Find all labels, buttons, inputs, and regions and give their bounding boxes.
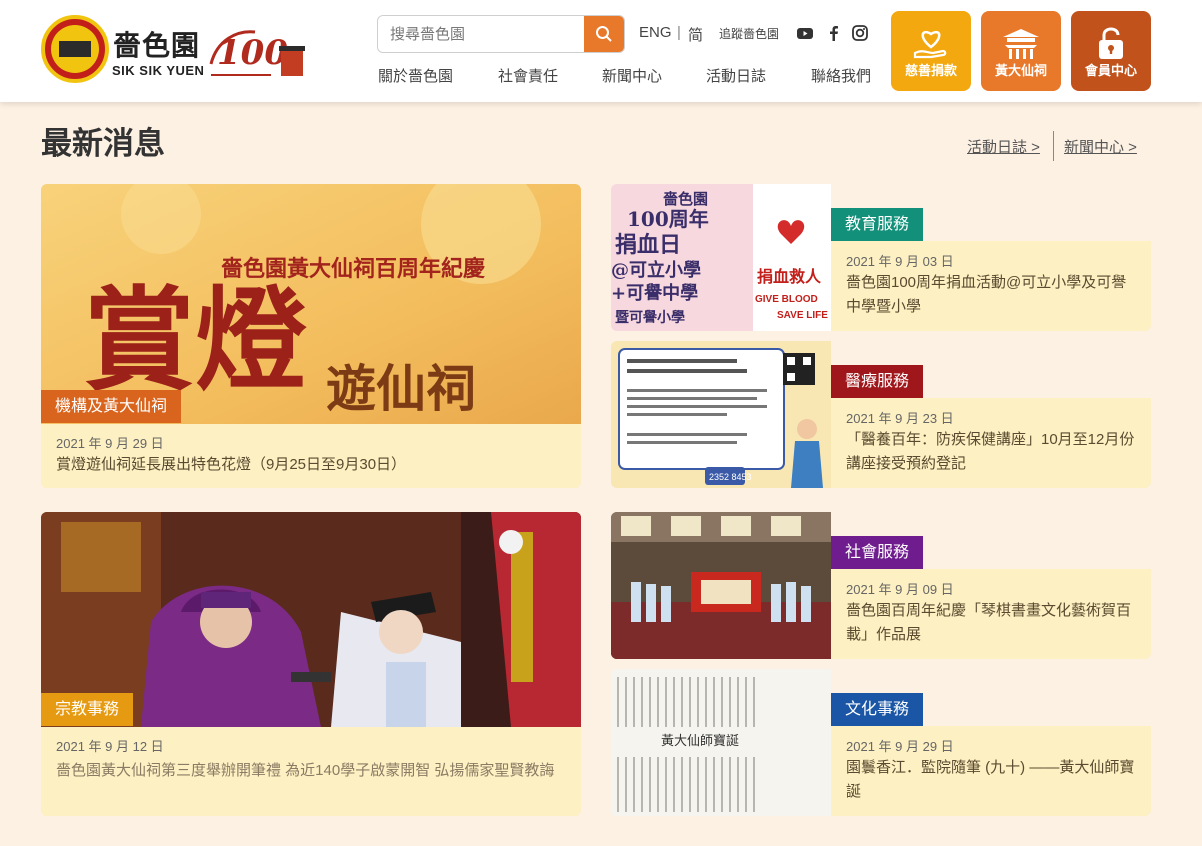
search-box [377,15,625,53]
art-exhibition-image [611,512,831,659]
lang-separator: | [677,24,681,41]
image-title: 賞燈 [83,275,307,406]
category-tag[interactable]: 社會服務 [831,536,924,569]
svg-text:100: 100 [217,33,288,73]
temple-tile-label: 黃大仙祠 [994,63,1047,78]
news-date: 2021 年 9 月 29 日 [56,436,164,451]
svg-text:GIVE BLOOD: GIVE BLOOD [755,294,818,305]
heart-hand-icon [913,30,947,59]
svg-text:暨可譽小學: 暨可譽小學 [615,309,685,326]
news-date: 2021 年 9 月 12 日 [56,739,164,754]
category-tag[interactable]: 宗教事務 [41,693,134,726]
link-divider [1053,131,1054,161]
news-date: 2021 年 9 月 29 日 [846,739,954,754]
news-headline[interactable]: 嗇色園100周年捐血活動@可立小學及可譽中學暨小學 [846,271,1141,319]
card-info: 2021 年 9 月 29 日 賞燈遊仙祠延長展出特色花燈（9月25日至9月30… [41,424,581,488]
news-headline[interactable]: 賞燈遊仙祠延長展出特色花燈（9月25日至9月30日） [56,453,566,477]
follow-label: 追蹤嗇色園 [719,27,780,41]
svg-text:嗇色園: 嗇色園 [663,190,708,208]
svg-text:2352 8453: 2352 8453 [709,472,752,482]
temple-tile-button[interactable]: 黃大仙祠 [981,11,1061,91]
category-tag[interactable]: 機構及黃大仙祠 [41,390,182,423]
event-diary-link[interactable]: 活動日誌 > [967,136,1040,157]
youtube-icon[interactable] [796,24,814,42]
featured-news-card[interactable]: 宗教事務 2021 年 9 月 12 日 嗇色園黃大仙祠第三度舉辦開筆禮 為近1… [41,512,581,816]
category-tag[interactable]: 文化事務 [831,693,924,726]
donate-tile-label: 慈善捐款 [904,63,957,78]
nav-event-diary[interactable]: 活動日誌 [706,65,766,86]
svg-text:捐血救人: 捐血救人 [757,267,822,286]
section-title: 最新消息 [41,126,165,161]
image-title-2: 遊仙祠 [326,359,476,418]
search-button[interactable] [584,16,624,52]
nav-contact[interactable]: 聯絡我們 [811,65,871,86]
card-info: 2021 年 9 月 12 日 嗇色園黃大仙祠第三度舉辦開筆禮 為近140學子啟… [41,727,581,816]
newspaper-column-image: 黃大仙師寶誕 [611,669,831,816]
search-input[interactable] [378,16,585,52]
news-headline[interactable]: 園鬟香江．監院隨筆 (九十) ——黃大仙師寶誕 [846,756,1141,804]
health-talk-poster-image: 2352 8453 [611,341,831,488]
lock-icon [1099,27,1123,59]
card-info: 2021 年 9 月 29 日 園鬟香江．監院隨筆 (九十) ——黃大仙師寶誕 [831,726,1151,816]
news-card[interactable]: 黃大仙師寶誕 文化事務 2021 年 9 月 29 日 園鬟香江．監院隨筆 (九… [611,669,1151,816]
featured-news-card[interactable]: 嗇色園黃大仙祠百周年紀慶 賞燈 遊仙祠 機構及黃大仙祠 2021 年 9 月 2… [41,184,581,488]
svg-text:捐血日: 捐血日 [615,232,681,258]
category-tag[interactable]: 醫療服務 [831,365,924,398]
svg-text:100周年: 100周年 [627,207,709,231]
card-info: 2021 年 9 月 23 日 「醫養百年：防疾保健講座」10月至12月份講座接… [831,398,1151,488]
logo-seal-icon[interactable] [41,15,109,83]
member-tile-button[interactable]: 會員中心 [1071,11,1151,91]
svg-text:@可立小學: @可立小學 [611,259,701,281]
news-card[interactable]: 社會服務 2021 年 9 月 09 日 嗇色園百周年紀慶「琴棋書畫文化藝術賀百… [611,512,1151,659]
facebook-icon[interactable] [825,24,843,42]
nav-about[interactable]: 關於嗇色園 [378,65,453,86]
lang-simplified-link[interactable]: 简 [688,24,703,45]
nav-news-centre[interactable]: 新聞中心 [602,65,662,86]
blood-donation-image: 嗇色園 100周年 捐血日 @可立小學 +可譽中學 暨可譽小學 捐血救人 GIV… [611,184,831,331]
svg-text:黃大仙師寶誕: 黃大仙師寶誕 [661,733,739,749]
news-headline[interactable]: 「醫養百年：防疾保健講座」10月至12月份講座接受預約登記 [846,428,1141,476]
news-date: 2021 年 9 月 23 日 [846,411,954,426]
member-tile-label: 會員中心 [1084,63,1137,78]
news-card[interactable]: 嗇色園 100周年 捐血日 @可立小學 +可譽中學 暨可譽小學 捐血救人 GIV… [611,184,1151,331]
svg-text:+可譽中學: +可譽中學 [611,282,698,304]
instagram-icon[interactable] [851,24,869,42]
logo-chinese-name[interactable]: 嗇色園 [113,24,200,64]
news-headline[interactable]: 嗇色園百周年紀慶「琴棋書畫文化藝術賀百載」作品展 [846,599,1141,647]
donate-tile-button[interactable]: 慈善捐款 [891,11,971,91]
svg-text:SAVE LIFE: SAVE LIFE [777,310,828,321]
logo-english-name[interactable]: SIK SIK YUEN [112,63,204,78]
news-date: 2021 年 9 月 09 日 [846,582,954,597]
news-centre-link[interactable]: 新聞中心 > [1064,136,1137,157]
news-date: 2021 年 9 月 03 日 [846,254,954,269]
card-info: 2021 年 9 月 03 日 嗇色園100周年捐血活動@可立小學及可譽中學暨小… [831,241,1151,331]
centennial-logo-icon: 100 [209,30,305,76]
category-tag[interactable]: 教育服務 [831,208,924,241]
news-card[interactable]: 2352 8453 醫療服務 2021 年 9 月 23 日 「醫養百年：防疾保… [611,341,1151,488]
nav-social-responsibility[interactable]: 社會責任 [498,65,558,86]
site-header: 嗇色園 SIK SIK YUEN 100 ENG | 简 追蹤嗇色園 關於嗇色園… [0,0,1202,102]
lang-english-link[interactable]: ENG [639,24,672,41]
lantern-festival-image: 嗇色園黃大仙祠百周年紀慶 賞燈 遊仙祠 [41,184,581,424]
news-headline[interactable]: 嗇色園黃大仙祠第三度舉辦開筆禮 為近140學子啟蒙開智 弘揚儒家聖賢教誨 [56,759,566,783]
temple-icon [1003,29,1039,59]
card-info: 2021 年 9 月 09 日 嗇色園百周年紀慶「琴棋書畫文化藝術賀百載」作品展 [831,569,1151,659]
search-icon [596,26,612,42]
